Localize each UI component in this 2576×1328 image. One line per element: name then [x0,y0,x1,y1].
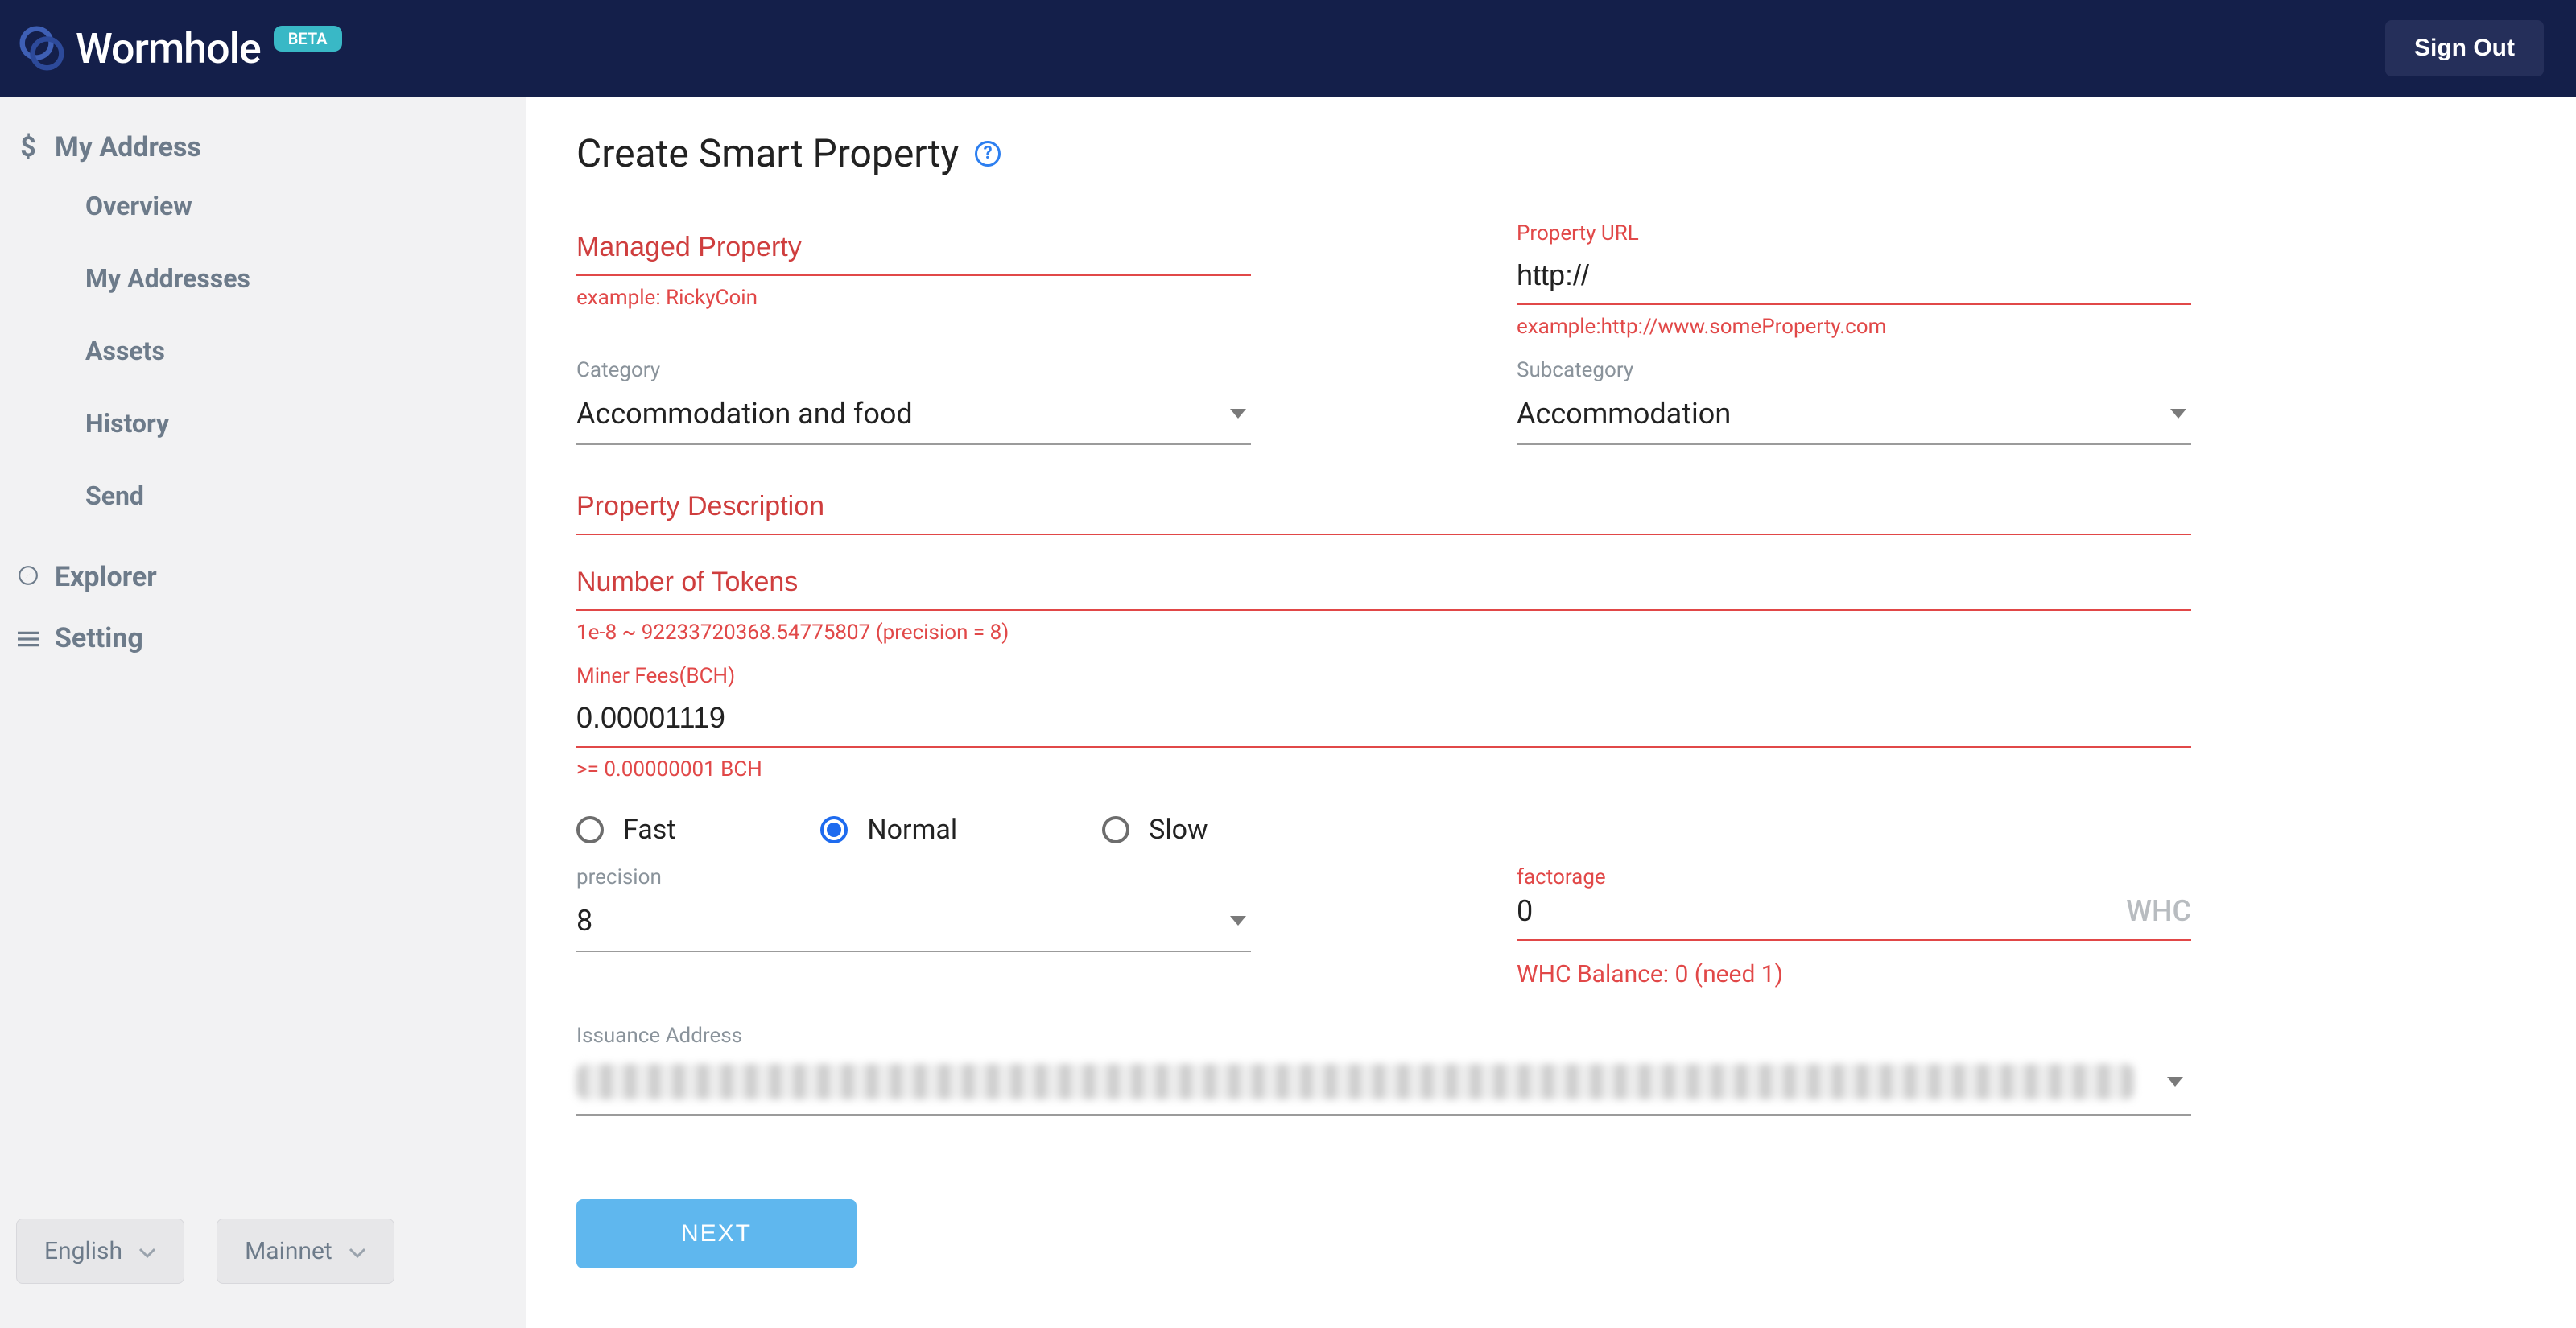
category-label: Category [576,358,1251,382]
subcategory-label: Subcategory [1517,358,2191,382]
fee-speed-fast[interactable]: Fast [576,814,675,846]
sidebar-item-explorer[interactable]: Explorer [16,555,510,600]
radio-icon [820,816,848,843]
sidebar-item-send[interactable]: Send [85,460,510,532]
main-content: Create Smart Property ? example: RickyCo… [526,97,2241,1328]
category-value: Accommodation and food [576,397,913,431]
category-select[interactable]: Accommodation and food [576,387,1251,445]
tokens-hint: 1e-8 ~ 92233720368.54775807 (precision =… [576,621,2191,645]
next-button[interactable]: NEXT [576,1199,857,1268]
fee-speed-group: Fast Normal Slow [576,801,2191,865]
sidebar-item-history[interactable]: History [85,387,510,460]
language-select-value: English [44,1237,122,1265]
radio-icon [1102,816,1129,843]
number-of-tokens-input[interactable] [576,556,2191,611]
dollar-icon: $ [16,131,40,163]
page-title: Create Smart Property [576,130,959,176]
logo-group: Wormhole BETA [16,23,342,74]
fee-speed-slow[interactable]: Slow [1102,814,1208,846]
property-description-input[interactable] [576,480,2191,535]
sidebar-item-label: Setting [55,622,143,654]
managed-property-input[interactable] [576,221,1251,276]
precision-select[interactable]: 8 [576,894,1251,952]
precision-value: 8 [576,904,592,938]
subcategory-value: Accommodation [1517,397,1731,431]
property-url-label: Property URL [1517,221,2191,245]
network-select-value: Mainnet [245,1237,332,1265]
radio-label: Fast [623,814,675,846]
factorage-input[interactable]: 0 WHC [1517,894,2191,941]
sidebar-item-assets[interactable]: Assets [85,315,510,387]
caret-down-icon [2167,1077,2183,1087]
caret-down-icon [1230,916,1246,926]
chevron-down-icon [349,1237,366,1265]
subcategory-select[interactable]: Accommodation [1517,387,2191,445]
sidebar-item-my-addresses[interactable]: My Addresses [85,242,510,315]
issuance-address-select[interactable] [576,1053,2191,1116]
fee-speed-normal[interactable]: Normal [820,814,957,846]
app-header: Wormhole BETA Sign Out [0,0,2576,97]
precision-label: precision [576,865,1251,889]
radio-label: Normal [867,814,957,846]
caret-down-icon [1230,409,1246,419]
beta-badge: BETA [274,26,342,52]
menu-icon [16,622,40,654]
logo-text: Wormhole [76,24,261,73]
sidebar-item-overview[interactable]: Overview [85,170,510,242]
wormhole-icon [16,23,68,74]
factorage-unit: WHC [2126,894,2191,928]
sidebar-item-label: Explorer [55,561,157,593]
help-icon[interactable]: ? [975,141,1001,167]
property-url-input[interactable] [1517,250,2191,305]
radio-icon [576,816,604,843]
radio-label: Slow [1149,814,1208,846]
miner-fees-hint: >= 0.00000001 BCH [576,757,2191,782]
language-select[interactable]: English [16,1219,184,1284]
sidebar: $ My Address Overview My Addresses Asset… [0,97,526,1328]
miner-fees-input[interactable] [576,693,2191,748]
sidebar-item-setting[interactable]: Setting [16,616,510,661]
issuance-address-label: Issuance Address [576,1024,2191,1048]
whc-balance: WHC Balance: 0 (need 1) [1517,960,2191,988]
sidebar-section-label: My Address [55,131,201,163]
chevron-down-icon [138,1237,156,1265]
redacted-address [576,1064,2135,1099]
network-select[interactable]: Mainnet [217,1219,394,1284]
factorage-label: factorage [1517,865,2191,889]
miner-fees-label: Miner Fees(BCH) [576,664,2191,688]
sidebar-section-my-address[interactable]: $ My Address [16,125,510,170]
compass-icon [16,561,40,593]
signout-button[interactable]: Sign Out [2385,20,2544,76]
property-url-hint: example:http://www.someProperty.com [1517,315,2191,339]
factorage-value: 0 [1517,894,2126,928]
managed-property-hint: example: RickyCoin [576,286,1251,310]
caret-down-icon [2170,409,2186,419]
